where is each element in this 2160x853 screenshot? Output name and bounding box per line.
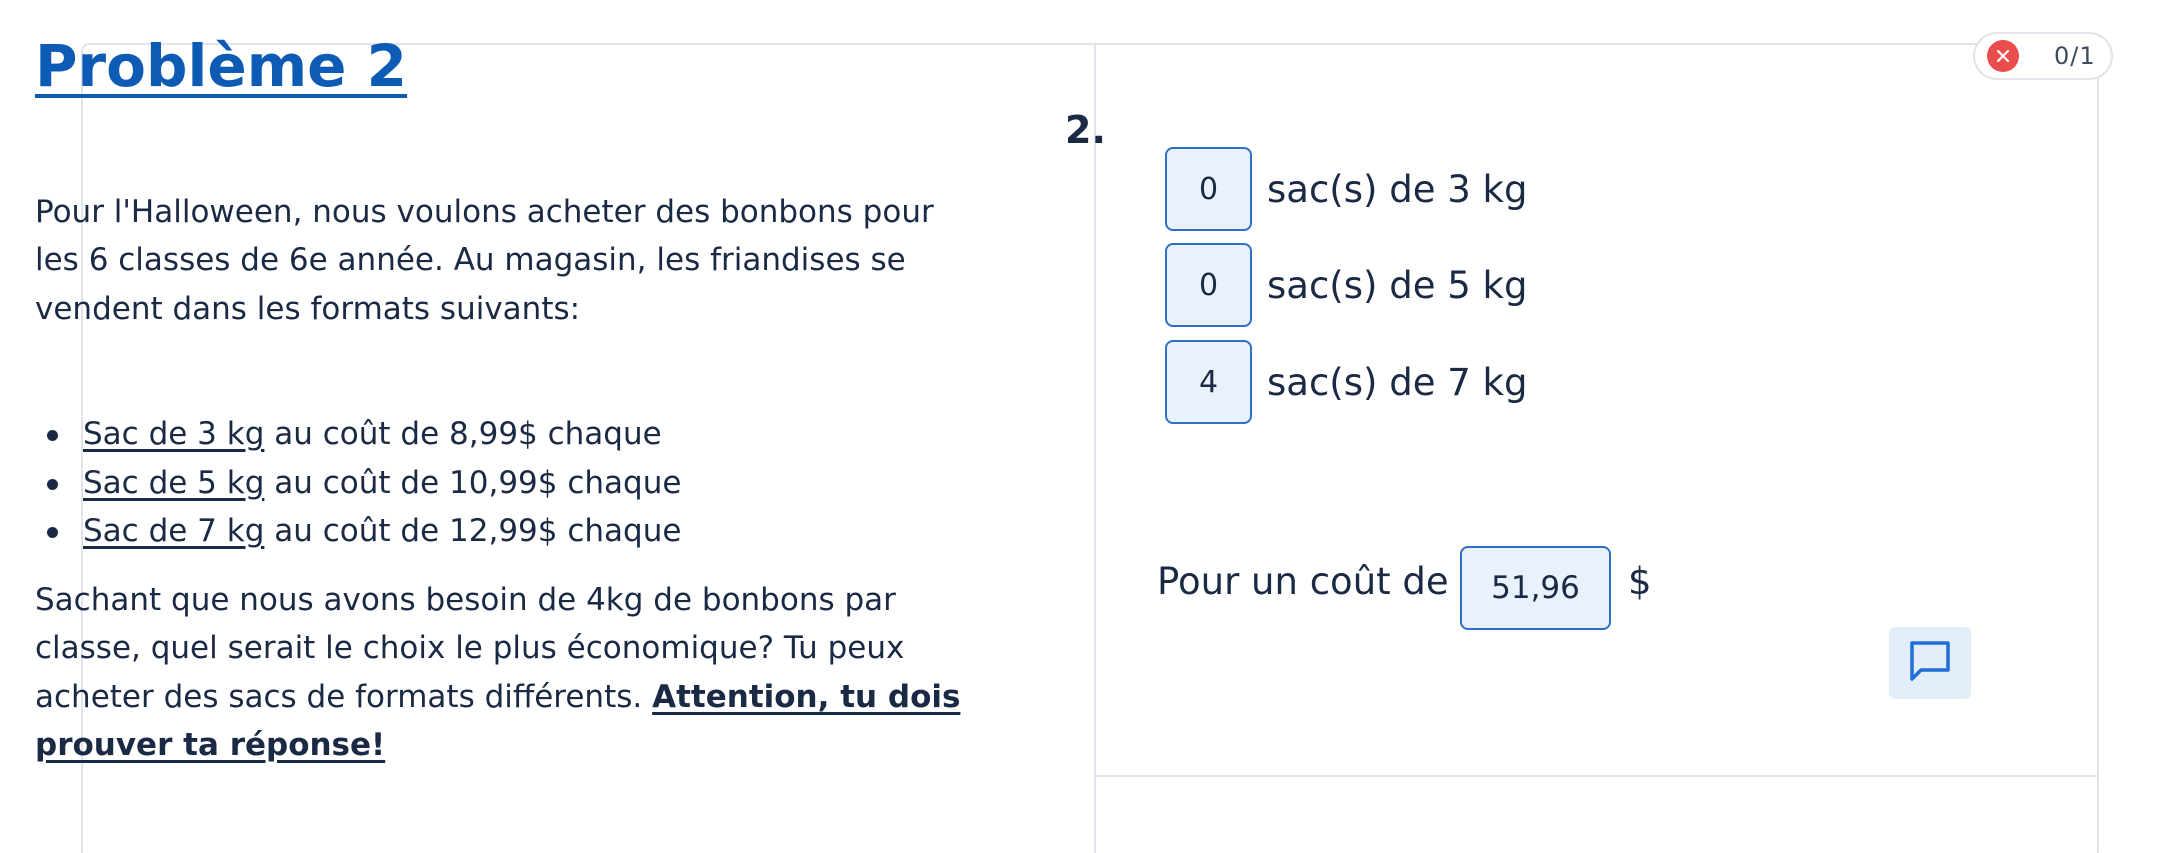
format-desc: au coût de 10,99$ chaque [264,464,682,501]
answer-footer-divider [1096,775,2097,777]
answer-row-7kg: 4 sac(s) de 7 kg [1165,340,1527,424]
cost-input[interactable]: 51,96 [1460,546,1611,630]
score-badge: 0/1 [1973,32,2113,80]
problem-question: Sachant que nous avons besoin de 4kg de … [35,576,975,770]
comment-icon [1908,640,1952,687]
format-desc: au coût de 12,99$ chaque [264,513,682,550]
quantity-input-3kg[interactable]: 0 [1165,147,1252,231]
list-item: Sac de 3 kg au coût de 8,99$ chaque [35,410,975,459]
format-name: Sac de 5 kg [83,464,265,501]
answer-row-3kg: 0 sac(s) de 3 kg [1165,147,1527,231]
quantity-label-5kg: sac(s) de 5 kg [1267,263,1528,307]
list-item: Sac de 5 kg au coût de 10,99$ chaque [35,459,975,508]
problem-intro: Pour l'Halloween, nous voulons acheter d… [35,193,934,327]
problem-statement: Problème 2 Pour l'Halloween, nous voulon… [35,32,975,770]
format-desc: au coût de 8,99$ chaque [264,416,662,453]
column-divider [1094,45,1096,853]
question-number: 2. [1065,108,1106,152]
cost-label: Pour un coût de : [1157,560,1473,603]
quantity-input-7kg[interactable]: 4 [1165,340,1252,424]
list-item: Sac de 7 kg au coût de 12,99$ chaque [35,507,975,556]
cost-unit: $ [1628,560,1652,603]
answer-row-5kg: 0 sac(s) de 5 kg [1165,243,1527,327]
format-name: Sac de 7 kg [83,513,265,550]
close-icon [1987,40,2019,72]
score-text: 0/1 [2054,42,2096,70]
quantity-label-3kg: sac(s) de 3 kg [1267,167,1528,211]
quantity-input-5kg[interactable]: 0 [1165,243,1252,327]
problem-title[interactable]: Problème 2 [35,32,407,102]
comment-button[interactable] [1889,627,1971,699]
quantity-label-7kg: sac(s) de 7 kg [1267,360,1528,404]
format-name: Sac de 3 kg [83,416,265,453]
format-list: Sac de 3 kg au coût de 8,99$ chaque Sac … [35,410,975,556]
